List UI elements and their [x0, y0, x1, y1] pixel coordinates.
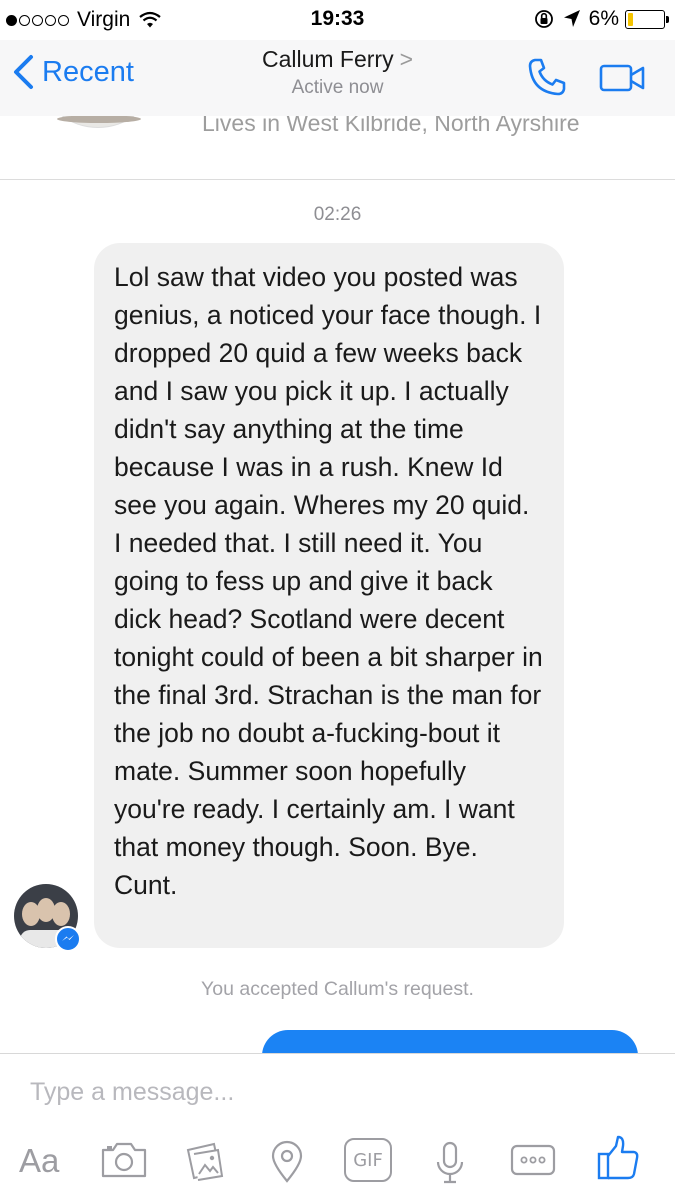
- status-bar: Virgin 19:33 6%: [0, 0, 675, 40]
- chevron-right-icon: >: [399, 46, 414, 72]
- message-timestamp: 02:26: [313, 204, 362, 225]
- orientation-lock-icon: [534, 10, 553, 28]
- status-right: 6%: [533, 7, 669, 31]
- like-icon[interactable]: [596, 1134, 640, 1182]
- profile-avatar: [44, 116, 152, 128]
- contact-name-text: Callum Ferry: [261, 46, 394, 72]
- profile-location: Lives in West Kilbride, North Ayrshire: [202, 116, 580, 136]
- incoming-message-bubble[interactable]: Lol saw that video you posted was genius…: [94, 243, 564, 948]
- more-icon[interactable]: [510, 1144, 556, 1176]
- composer-toolbar: Aa GIF: [0, 1134, 675, 1194]
- gif-icon[interactable]: GIF: [344, 1138, 392, 1182]
- aa-icon[interactable]: Aa: [19, 1142, 59, 1180]
- video-call-icon[interactable]: [599, 63, 647, 93]
- location-icon[interactable]: [270, 1140, 304, 1184]
- contact-name[interactable]: Callum Ferry >: [0, 46, 675, 73]
- microphone-icon[interactable]: [434, 1140, 466, 1186]
- gallery-icon[interactable]: [184, 1140, 228, 1182]
- phone-call-icon[interactable]: [526, 56, 568, 98]
- system-note: You accepted Callum's request.: [201, 978, 474, 1000]
- messenger-badge-icon: [55, 926, 81, 952]
- active-status: Active now: [291, 77, 384, 98]
- nav-bar: Recent Callum Ferry > Active now: [0, 40, 675, 116]
- battery-percent: 6%: [588, 7, 619, 30]
- battery-icon: [625, 9, 669, 29]
- profile-header: Lives in West Kilbride, North Ayrshire: [0, 116, 675, 180]
- composer: Aa GIF: [0, 1053, 675, 1200]
- camera-icon[interactable]: [100, 1140, 148, 1180]
- location-arrow-icon: [563, 10, 580, 27]
- message-input[interactable]: [30, 1078, 630, 1107]
